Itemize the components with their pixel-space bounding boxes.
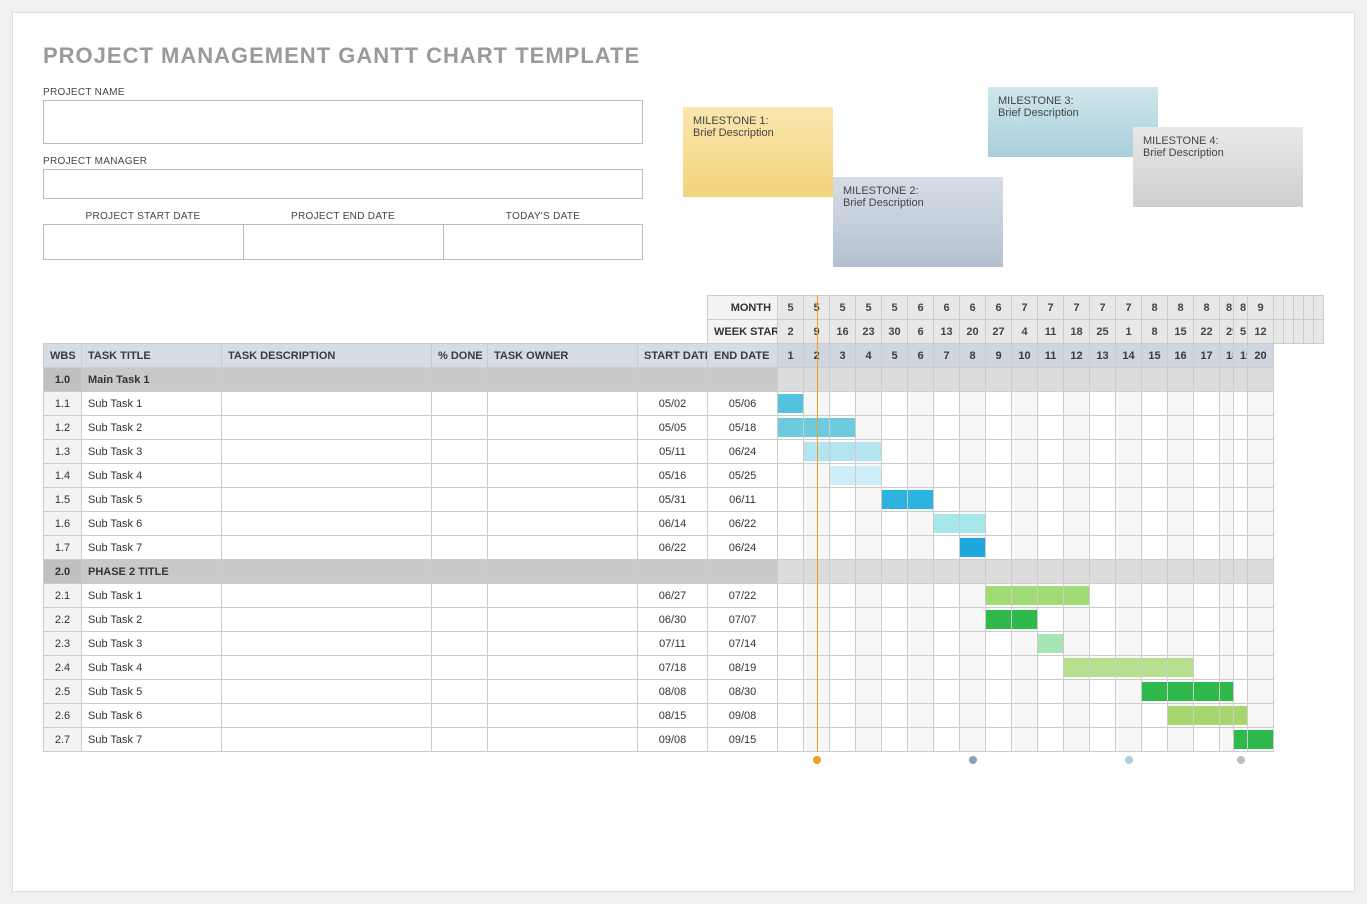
project-name-input[interactable] [43,100,643,144]
milestone-2: MILESTONE 2: Brief Description [833,177,1003,267]
gantt-bar [778,394,803,413]
milestone-1: MILESTONE 1: Brief Description [683,107,833,197]
start-date-input[interactable] [43,224,243,260]
milestone-3-title: MILESTONE 3: [998,95,1148,107]
gantt-bar [882,490,907,509]
gantt-bar [830,466,855,485]
project-manager-label: PROJECT MANAGER [43,156,643,167]
gantt-table: MONTH55555666677777888889WEEK START DATE… [43,295,1324,752]
end-date-label: PROJECT END DATE [243,211,443,222]
milestone-4: MILESTONE 4: Brief Description [1133,127,1303,207]
milestone-4-title: MILESTONE 4: [1143,135,1293,147]
gantt-bar [934,514,959,533]
milestone-2-desc: Brief Description [843,197,993,209]
task-row: 1.6Sub Task 606/1406/22 [44,512,1324,536]
task-row: 2.7Sub Task 709/0809/15 [44,728,1324,752]
task-row: 2.3Sub Task 307/1107/14 [44,632,1324,656]
gantt-bar [1220,706,1233,725]
gantt-bar [804,442,829,461]
gantt-bar [1220,682,1233,701]
task-row: 1.3Sub Task 305/1106/24 [44,440,1324,464]
gantt-bar [1168,706,1193,725]
document-page: PROJECT MANAGEMENT GANTT CHART TEMPLATE … [12,12,1355,892]
gantt-bar [986,610,1011,629]
gantt-bar [830,442,855,461]
gantt-bar [1038,634,1063,653]
milestone-area: MILESTONE 1: Brief Description MILESTONE… [673,87,1324,287]
milestone-marker [969,756,977,764]
task-row: 2.1Sub Task 106/2707/22 [44,584,1324,608]
gantt-bar [1038,586,1063,605]
today-date-label: TODAY'S DATE [443,211,643,222]
task-row: 2.6Sub Task 608/1509/08 [44,704,1324,728]
task-row: 1.7Sub Task 706/2206/24 [44,536,1324,560]
task-row: 2.4Sub Task 407/1808/19 [44,656,1324,680]
end-date-input[interactable] [243,224,443,260]
task-row: 1.1Sub Task 105/0205/06 [44,392,1324,416]
gantt-bar [1090,658,1115,677]
gantt-bar [1012,610,1037,629]
gantt-bar [1064,586,1089,605]
gantt-bar [830,418,855,437]
gantt-bar [1234,730,1247,749]
task-row: 1.2Sub Task 205/0505/18 [44,416,1324,440]
gantt-bar [1168,682,1193,701]
gantt-bar [1142,658,1167,677]
gantt-bar [986,586,1011,605]
gantt-bar [1194,706,1219,725]
page-title: PROJECT MANAGEMENT GANTT CHART TEMPLATE [43,43,1324,69]
gantt-bar [778,418,803,437]
gantt-bar [1116,658,1141,677]
gantt-bar [804,418,829,437]
milestone-marker [813,756,821,764]
gantt-bar [1012,586,1037,605]
top-area: PROJECT NAME PROJECT MANAGER PROJECT STA… [43,87,1324,287]
today-date-input[interactable] [443,224,643,260]
milestone-3-desc: Brief Description [998,107,1148,119]
project-name-label: PROJECT NAME [43,87,643,98]
milestone-2-title: MILESTONE 2: [843,185,993,197]
task-row: 1.0Main Task 1 [44,368,1324,392]
milestone-marker [1125,756,1133,764]
gantt-bar [1248,730,1273,749]
gantt-bar [960,538,985,557]
gantt-bar [1234,706,1247,725]
meta-column: PROJECT NAME PROJECT MANAGER PROJECT STA… [43,87,643,287]
milestone-1-desc: Brief Description [693,127,823,139]
task-row: 1.4Sub Task 405/1605/25 [44,464,1324,488]
task-row: 2.0PHASE 2 TITLE [44,560,1324,584]
date-row: PROJECT START DATE PROJECT END DATE TODA… [43,211,643,272]
task-row: 2.5Sub Task 508/0808/30 [44,680,1324,704]
milestone-1-title: MILESTONE 1: [693,115,823,127]
gantt-bar [856,442,881,461]
task-row: 2.2Sub Task 206/3007/07 [44,608,1324,632]
gantt-bar [1142,682,1167,701]
task-row: 1.5Sub Task 505/3106/11 [44,488,1324,512]
gantt-bar [1194,682,1219,701]
gantt-grid: MONTH55555666677777888889WEEK START DATE… [43,295,1324,752]
gantt-bar [856,466,881,485]
milestone-marker [1237,756,1245,764]
gantt-bar [908,490,933,509]
gantt-bar [960,514,985,533]
project-manager-input[interactable] [43,169,643,199]
gantt-bar [1168,658,1193,677]
start-date-label: PROJECT START DATE [43,211,243,222]
milestone-4-desc: Brief Description [1143,147,1293,159]
gantt-bar [1064,658,1089,677]
